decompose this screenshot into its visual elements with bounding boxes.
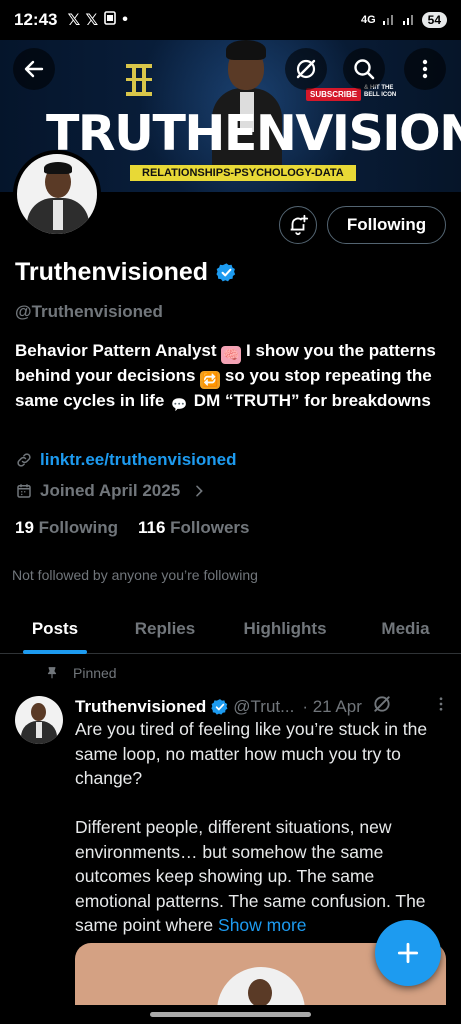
show-more-link[interactable]: Show more <box>218 915 307 935</box>
following-count-link[interactable]: 19 Following <box>15 518 118 538</box>
banner-brand-text: TRUTHENVISIONED <box>46 105 461 162</box>
pin-icon <box>47 667 57 679</box>
post-header: Truthenvisioned @Trut... · 21 Apr <box>75 694 450 719</box>
brand-logo-icon <box>124 60 154 100</box>
status-bar: 12:43 𝕏 𝕏 • 4G 54 <box>0 0 461 40</box>
grok-icon <box>296 59 316 79</box>
post-paragraph: Are you tired of feeling like you’re stu… <box>75 719 428 788</box>
pinned-label: Pinned <box>73 665 117 681</box>
following-count: 19 <box>15 518 34 537</box>
home-indicator[interactable] <box>150 1012 311 1017</box>
joined-date-text: Joined April 2025 <box>40 481 181 500</box>
plus-icon <box>397 942 419 964</box>
following-label: Following <box>38 518 118 537</box>
tab-posts[interactable]: Posts <box>0 604 110 653</box>
battery-indicator: 54 <box>421 12 447 28</box>
post-author-avatar[interactable] <box>15 696 63 744</box>
speech-bubble-emoji-icon: 💬 <box>170 397 188 412</box>
tab-highlights[interactable]: Highlights <box>220 604 350 653</box>
compose-post-button[interactable] <box>375 920 441 986</box>
followers-count: 116 <box>137 518 166 537</box>
x-logo-icon: 𝕏 <box>67 12 81 29</box>
banner-tagline: RELATIONSHIPS-PSYCHOLOGY-DATA <box>130 165 356 181</box>
notification-icons: 𝕏 𝕏 • <box>67 10 128 30</box>
status-time: 12:43 <box>14 10 58 29</box>
signal-icon <box>382 10 396 30</box>
dot-icon: • <box>122 11 128 28</box>
bell-plus-icon <box>290 214 309 236</box>
post-author-handle[interactable]: @Trut... <box>233 697 294 717</box>
chevron-right-icon <box>196 485 203 497</box>
calendar-icon <box>17 484 31 498</box>
more-vertical-icon <box>422 59 428 79</box>
profile-tabs: Posts Replies Highlights Media <box>0 604 461 654</box>
grok-button[interactable] <box>285 48 327 90</box>
repeat-emoji-icon: 🔁 <box>200 371 221 389</box>
x-logo-icon: 𝕏 <box>85 12 99 29</box>
post-more-icon[interactable] <box>432 695 450 718</box>
profile-handle: @Truthenvisioned <box>15 302 163 321</box>
profile-display-name: Truthenvisioned <box>15 258 237 287</box>
followers-count-link[interactable]: 116 Followers <box>138 518 250 538</box>
banner-subscribe-badge: SUBSCRIBE <box>306 88 362 101</box>
profile-bio: Behavior Pattern Analyst 🧠 I show you th… <box>15 339 445 414</box>
network-type: 4G <box>360 14 376 26</box>
screenshot-icon <box>103 10 117 30</box>
bio-text: DM “TRUTH” for breakdowns <box>193 391 431 410</box>
bio-text: Behavior Pattern Analyst <box>15 341 217 360</box>
grok-icon[interactable] <box>372 694 392 719</box>
followers-label: Followers <box>170 518 250 537</box>
tab-media[interactable]: Media <box>350 604 461 653</box>
pinned-indicator: Pinned <box>45 665 117 681</box>
display-name-text: Truthenvisioned <box>15 258 209 286</box>
verified-badge-icon <box>211 698 228 715</box>
post-date[interactable]: · 21 Apr <box>302 697 362 717</box>
search-icon <box>354 59 375 80</box>
link-icon <box>17 453 31 467</box>
post-author-name[interactable]: Truthenvisioned <box>75 697 206 717</box>
profile-stats: 19 Following 116 Followers <box>15 518 250 538</box>
brain-emoji-icon: 🧠 <box>221 346 242 364</box>
signal-icon <box>402 10 416 30</box>
back-button[interactable] <box>13 48 55 90</box>
tab-replies[interactable]: Replies <box>110 604 220 653</box>
more-options-button[interactable] <box>404 48 446 90</box>
not-followed-note: Not followed by anyone you’re following <box>12 567 258 583</box>
following-button[interactable]: Following <box>327 206 446 244</box>
post-paragraph: Different people, different situations, … <box>75 815 450 938</box>
notifications-toggle-button[interactable] <box>279 206 317 244</box>
profile-website-row[interactable]: linktr.ee/truthenvisioned <box>15 450 237 470</box>
verified-badge-icon[interactable] <box>216 262 237 283</box>
profile-website-link[interactable]: linktr.ee/truthenvisioned <box>40 450 237 470</box>
post-body[interactable]: Are you tired of feeling like you’re stu… <box>75 717 450 938</box>
search-button[interactable] <box>343 48 385 90</box>
arrow-left-icon <box>24 60 44 78</box>
profile-avatar[interactable] <box>13 150 101 238</box>
profile-joined-row[interactable]: Joined April 2025 <box>15 481 207 501</box>
